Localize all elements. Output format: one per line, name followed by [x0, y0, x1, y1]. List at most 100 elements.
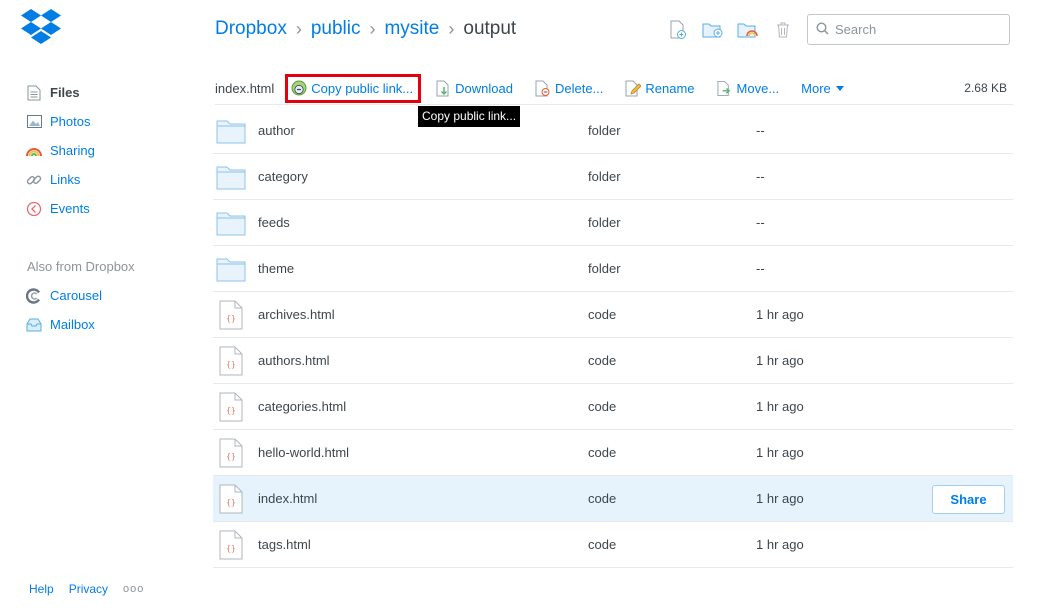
file-name[interactable]: feeds — [258, 215, 290, 230]
folder-icon — [216, 116, 246, 146]
breadcrumb: Dropbox › public › mysite › output — [215, 16, 516, 42]
code-file-icon: {} — [216, 484, 246, 514]
file-name[interactable]: author — [258, 123, 295, 138]
copy-link-tooltip: Copy public link... — [418, 106, 521, 127]
file-row[interactable]: {} categories.html code 1 hr ago — [213, 384, 1013, 430]
move-button[interactable]: Move... — [717, 74, 780, 102]
file-kind: code — [588, 537, 617, 552]
file-modified: 1 hr ago — [756, 537, 804, 552]
code-file-icon: {} — [216, 300, 246, 330]
file-modified: 1 hr ago — [756, 307, 804, 322]
shared-folder-icon[interactable] — [736, 19, 760, 41]
delete-label: Delete... — [554, 80, 604, 96]
svg-text:{}: {} — [226, 360, 236, 369]
breadcrumb-dropbox[interactable]: Dropbox — [215, 18, 287, 40]
links-icon — [25, 171, 43, 189]
more-options-link[interactable]: ooo — [123, 583, 144, 595]
sidebar-item-mailbox[interactable]: Mailbox — [25, 310, 195, 339]
move-label: Move... — [736, 80, 780, 96]
file-kind: folder — [588, 169, 621, 184]
sidebar-item-photos[interactable]: Photos — [25, 107, 195, 136]
search-box[interactable] — [807, 14, 1010, 45]
help-link[interactable]: Help — [29, 582, 54, 596]
copy-public-link-button[interactable]: Copy public link... — [285, 73, 422, 103]
files-icon — [25, 84, 43, 102]
move-icon — [717, 79, 733, 97]
file-kind: folder — [588, 123, 621, 138]
sidebar: Files Photos Sharing Links Events Also f… — [25, 78, 195, 339]
file-name[interactable]: hello-world.html — [258, 445, 349, 460]
file-name[interactable]: authors.html — [258, 353, 330, 368]
also-from-dropbox-heading: Also from Dropbox — [27, 259, 135, 274]
file-list: author folder -- category folder -- feeds fol… — [213, 108, 1013, 568]
dropbox-logo-icon[interactable] — [21, 8, 61, 44]
file-name[interactable]: theme — [258, 261, 294, 276]
file-row[interactable]: theme folder -- — [213, 246, 1013, 292]
file-row[interactable]: {} hello-world.html code 1 hr ago — [213, 430, 1013, 476]
file-row[interactable]: {} index.html code 1 hr ago Share — [213, 476, 1013, 522]
file-name[interactable]: archives.html — [258, 307, 335, 322]
svg-text:{}: {} — [226, 452, 236, 461]
more-dropdown[interactable]: More — [801, 74, 844, 102]
trash-icon[interactable] — [771, 19, 795, 41]
rename-button[interactable]: Rename — [625, 74, 695, 102]
folder-icon — [216, 162, 246, 192]
sidebar-item-label: Mailbox — [50, 317, 95, 332]
file-name[interactable]: index.html — [258, 491, 317, 506]
folder-icon — [216, 208, 246, 238]
sidebar-item-carousel[interactable]: Carousel — [25, 281, 195, 310]
file-kind: folder — [588, 261, 621, 276]
copy-public-link-label: Copy public link... — [311, 80, 414, 96]
selected-file-name: index.html — [215, 80, 275, 96]
file-kind: folder — [588, 215, 621, 230]
file-kind: code — [588, 445, 617, 460]
download-button[interactable]: Download — [435, 74, 513, 102]
sidebar-footer: Help Privacy ooo — [29, 582, 144, 596]
search-icon — [816, 21, 829, 38]
file-row[interactable]: category folder -- — [213, 154, 1013, 200]
sidebar-item-label: Links — [50, 172, 81, 187]
file-name[interactable]: category — [258, 169, 308, 184]
file-modified: -- — [756, 261, 765, 276]
chevron-down-icon — [835, 85, 844, 91]
sidebar-item-label: Events — [50, 201, 90, 216]
breadcrumb-separator: › — [448, 18, 455, 39]
share-button[interactable]: Share — [932, 485, 1005, 514]
mailbox-icon — [25, 316, 43, 334]
download-icon — [435, 79, 451, 97]
svg-text:{}: {} — [226, 314, 236, 323]
file-action-bar: index.html Copy public link... Download … — [215, 72, 1013, 105]
more-label: More — [801, 80, 831, 96]
sidebar-item-events[interactable]: Events — [25, 194, 195, 223]
breadcrumb-mysite[interactable]: mysite — [384, 18, 439, 40]
file-kind: code — [588, 353, 617, 368]
events-icon — [25, 200, 43, 218]
new-folder-icon[interactable] — [701, 19, 725, 41]
file-row[interactable]: author folder -- — [213, 108, 1013, 154]
svg-text:{}: {} — [226, 406, 236, 415]
sidebar-item-files[interactable]: Files — [25, 78, 195, 107]
file-name[interactable]: categories.html — [258, 399, 346, 414]
photos-icon — [25, 113, 43, 131]
file-row[interactable]: feeds folder -- — [213, 200, 1013, 246]
delete-button[interactable]: Delete... — [535, 74, 603, 102]
privacy-link[interactable]: Privacy — [69, 582, 108, 596]
top-toolbar — [666, 19, 795, 41]
new-file-icon[interactable] — [666, 19, 690, 41]
breadcrumb-public[interactable]: public — [311, 18, 361, 40]
file-kind: code — [588, 399, 617, 414]
breadcrumb-separator: › — [295, 18, 302, 39]
sidebar-item-label: Photos — [50, 114, 91, 129]
file-size: 2.68 KB — [964, 81, 1007, 95]
file-name[interactable]: tags.html — [258, 537, 311, 552]
breadcrumb-separator: › — [369, 18, 376, 39]
sharing-icon — [25, 142, 43, 160]
file-modified: -- — [756, 215, 765, 230]
sidebar-item-sharing[interactable]: Sharing — [25, 136, 195, 165]
file-row[interactable]: {} tags.html code 1 hr ago — [213, 522, 1013, 568]
file-row[interactable]: {} authors.html code 1 hr ago — [213, 338, 1013, 384]
rename-label: Rename — [645, 80, 695, 96]
search-input[interactable] — [835, 22, 995, 37]
file-row[interactable]: {} archives.html code 1 hr ago — [213, 292, 1013, 338]
sidebar-item-links[interactable]: Links — [25, 165, 195, 194]
